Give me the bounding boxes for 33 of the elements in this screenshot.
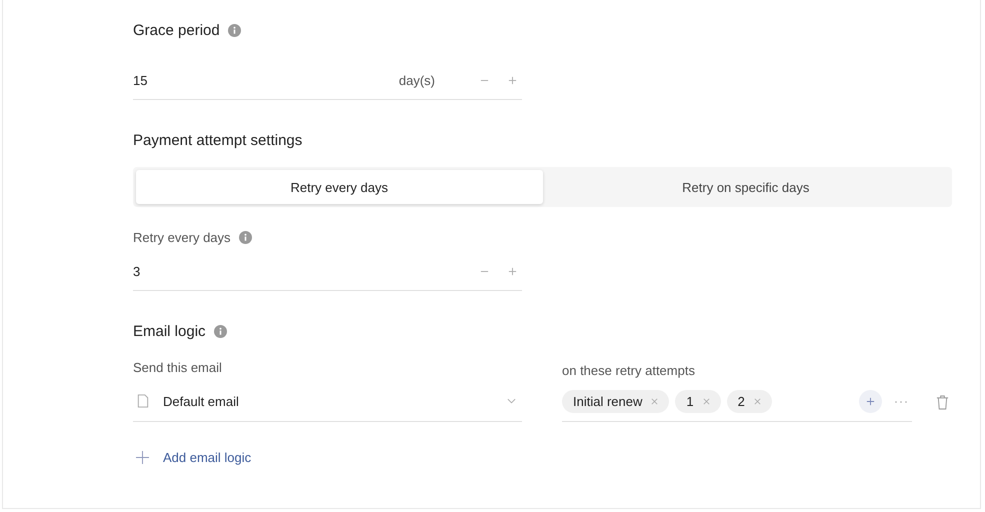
close-icon[interactable] [651,398,658,405]
number-field[interactable]: 15 day(s) [133,62,522,100]
add-email-logic-button[interactable]: Add email logic [133,450,252,465]
section-title: Email logic [133,322,206,340]
close-icon[interactable] [702,398,710,405]
plus-icon[interactable] [508,267,517,276]
info-icon[interactable] [238,231,252,244]
info-icon[interactable] [228,24,241,36]
chevron-icon [507,398,516,404]
tab[interactable]: Retry on specific days [542,170,949,204]
plus-icon[interactable] [508,76,517,85]
plus-icon [136,451,149,464]
plus-icon [866,397,875,406]
tab[interactable]: Retry every days [136,170,542,204]
number-field[interactable]: 3 [133,253,522,291]
document-icon [137,394,149,408]
field-label: Retry every days [133,230,231,245]
email-select[interactable]: Default email [133,381,522,422]
section-title: Payment attempt settings [133,132,302,148]
chip-label: Initial renew [573,394,642,409]
chip-label: 1 [686,394,694,409]
field-label: on these retry attempts [562,363,695,378]
trash-icon[interactable] [936,394,949,410]
field-label: Send this email [133,360,222,375]
unit-label: day(s) [398,73,435,88]
info-icon[interactable] [214,324,227,338]
add-button[interactable] [859,390,882,413]
chip-label: 2 [738,394,745,409]
more-icon[interactable] [894,400,908,404]
button-label: Add email logic [163,450,252,465]
section-title: Grace period [133,22,220,38]
close-icon[interactable] [754,398,761,405]
attempts-field[interactable]: Initial renew 1 2 [562,382,912,422]
